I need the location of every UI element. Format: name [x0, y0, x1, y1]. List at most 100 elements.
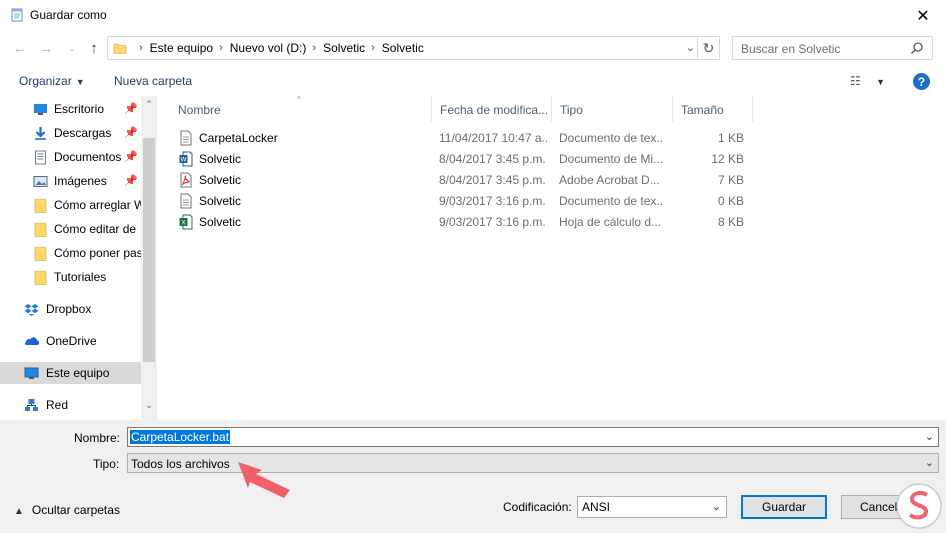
- scrollbar-thumb[interactable]: [143, 138, 155, 362]
- sidebar-item-red[interactable]: Red: [0, 394, 141, 416]
- details-view-icon: ☷: [850, 74, 861, 88]
- file-name: CarpetaLocker: [199, 131, 278, 145]
- file-type: Hoja de cálculo d...: [559, 215, 662, 229]
- change-view-button[interactable]: ☷ ▼: [850, 74, 885, 88]
- encoding-select[interactable]: ANSI ⌄: [577, 496, 727, 518]
- file-size: 1 KB: [717, 131, 744, 145]
- file-name: Solvetic: [199, 215, 242, 229]
- desktop-icon: [34, 104, 47, 115]
- new-folder-button[interactable]: Nueva carpeta: [114, 74, 192, 88]
- sidebar-item-label: Cómo arreglar W: [54, 198, 141, 212]
- up-button[interactable]: ↑: [84, 38, 104, 58]
- onedrive-icon: [24, 337, 39, 345]
- navigation-pane: Escritorio 📌 Descargas 📌 Documentos 📌 Im…: [0, 96, 157, 420]
- back-button[interactable]: ←: [10, 38, 30, 58]
- sidebar-item-folder[interactable]: Cómo poner pas: [0, 242, 141, 264]
- file-type-value: Todos los archivos: [131, 457, 230, 471]
- svg-text:X: X: [181, 220, 185, 227]
- column-header-type[interactable]: Tipo: [552, 96, 673, 122]
- caret-down-icon: ▼: [876, 77, 886, 87]
- save-button[interactable]: Guardar: [741, 495, 827, 519]
- scroll-up-icon[interactable]: ⌃: [141, 99, 157, 110]
- scroll-down-icon[interactable]: ⌄: [141, 400, 157, 411]
- file-type: Adobe Acrobat D...: [559, 173, 660, 187]
- folder-icon: [113, 43, 127, 54]
- arrow-up-icon: ↑: [90, 39, 98, 57]
- organize-label: Organizar: [19, 74, 72, 88]
- help-button[interactable]: ?: [913, 73, 930, 90]
- sidebar-item-tutoriales[interactable]: Tutoriales: [0, 266, 141, 288]
- pin-icon: 📌: [124, 175, 138, 187]
- arrow-right-icon: →: [38, 39, 54, 57]
- search-icon: [910, 42, 923, 55]
- breadcrumb-separator-icon: ›: [139, 42, 143, 54]
- recent-locations-button[interactable]: ⌄: [62, 38, 82, 58]
- search-box[interactable]: Buscar en Solvetic: [732, 36, 933, 60]
- refresh-button[interactable]: ↻: [697, 37, 719, 59]
- sidebar-item-descargas[interactable]: Descargas 📌: [0, 122, 141, 144]
- sidebar-item-label: Dropbox: [46, 302, 92, 316]
- table-row[interactable]: X Solvetic 9/03/2017 3:16 p.m. Hoja de c…: [170, 212, 755, 233]
- address-history-dropdown-icon[interactable]: ⌄: [686, 41, 695, 54]
- table-row[interactable]: CarpetaLocker 11/04/2017 10:47 a... Docu…: [170, 128, 755, 149]
- breadcrumb: › Este equipo › Nuevo vol (D:) › Solveti…: [133, 41, 424, 55]
- command-bar: Organizar ▼ Nueva carpeta ☷ ▼: [0, 68, 946, 94]
- file-date: 9/03/2017 3:16 p.m.: [439, 215, 546, 229]
- chevron-down-icon[interactable]: ⌄: [925, 430, 934, 443]
- excel-file-icon: X: [179, 214, 193, 230]
- close-button[interactable]: ✕: [900, 0, 946, 31]
- breadcrumb-separator-icon[interactable]: ›: [312, 42, 316, 54]
- sidebar-item-onedrive[interactable]: OneDrive: [0, 330, 141, 352]
- sidebar-item-label: Cómo poner pas: [54, 246, 141, 260]
- column-header-date[interactable]: Fecha de modifica...: [432, 96, 552, 122]
- folder-icon: [34, 199, 47, 213]
- file-name-input[interactable]: CarpetaLocker.bat ⌄: [127, 427, 939, 447]
- pin-icon: 📌: [124, 103, 138, 115]
- table-row[interactable]: Solvetic 9/03/2017 3:16 p.m. Documento d…: [170, 191, 755, 212]
- breadcrumb-item[interactable]: Nuevo vol (D:): [230, 41, 307, 55]
- pdf-file-icon: [180, 172, 192, 188]
- search-input[interactable]: Buscar en Solvetic: [741, 42, 840, 56]
- chevron-down-icon[interactable]: ⌄: [925, 456, 934, 469]
- table-row[interactable]: W Solvetic 8/04/2017 3:45 p.m. Documento…: [170, 149, 755, 170]
- encoding-label: Codificación:: [503, 500, 572, 514]
- sidebar-item-folder[interactable]: Cómo arreglar W: [0, 194, 141, 216]
- window-title: Guardar como: [30, 8, 107, 22]
- sidebar-item-imagenes[interactable]: Imágenes 📌: [0, 170, 141, 192]
- chevron-down-icon: ⌄: [68, 42, 76, 53]
- pin-icon: 📌: [124, 127, 138, 139]
- sidebar-item-dropbox[interactable]: Dropbox: [0, 298, 141, 320]
- sidebar-item-este-equipo[interactable]: Este equipo: [0, 362, 141, 384]
- navigation-scrollbar[interactable]: ⌃ ⌄: [141, 96, 157, 420]
- column-header-size[interactable]: Tamaño: [673, 96, 753, 122]
- sidebar-item-escritorio[interactable]: Escritorio 📌: [0, 98, 141, 120]
- file-size: 8 KB: [717, 215, 744, 229]
- file-type: Documento de tex...: [559, 194, 664, 208]
- breadcrumb-item[interactable]: Solvetic: [323, 41, 365, 55]
- address-bar[interactable]: › Este equipo › Nuevo vol (D:) › Solveti…: [107, 36, 720, 60]
- file-date: 9/03/2017 3:16 p.m.: [439, 194, 546, 208]
- column-header-name[interactable]: Nombre: [170, 96, 432, 122]
- table-row[interactable]: Solvetic 8/04/2017 3:45 p.m. Adobe Acrob…: [170, 170, 755, 191]
- sidebar-item-label: Imágenes: [54, 174, 107, 188]
- file-name-value: CarpetaLocker.bat: [130, 430, 231, 444]
- breadcrumb-separator-icon[interactable]: ›: [219, 42, 223, 54]
- chevron-down-icon: ⌄: [711, 501, 721, 513]
- sidebar-item-label: Cómo editar de: [54, 222, 137, 236]
- breadcrumb-separator-icon[interactable]: ›: [371, 42, 375, 54]
- organize-menu[interactable]: Organizar ▼: [19, 74, 85, 88]
- sidebar-item-folder[interactable]: Cómo editar de: [0, 218, 141, 240]
- breadcrumb-item[interactable]: Este equipo: [150, 41, 213, 55]
- file-size: 0 KB: [717, 194, 744, 208]
- file-type-label: Tipo:: [93, 457, 120, 471]
- sidebar-item-documentos[interactable]: Documentos 📌: [0, 146, 141, 168]
- forward-button[interactable]: →: [36, 38, 56, 58]
- file-date: 11/04/2017 10:47 a...: [439, 131, 547, 145]
- sidebar-item-label: Este equipo: [46, 366, 110, 380]
- hide-folders-toggle[interactable]: ▲ Ocultar carpetas: [14, 503, 120, 517]
- folder-icon: [34, 247, 47, 261]
- breadcrumb-item[interactable]: Solvetic: [382, 41, 424, 55]
- annotation-arrow-icon: [238, 462, 290, 498]
- folder-icon: [34, 223, 47, 237]
- notepad-icon: [11, 8, 23, 22]
